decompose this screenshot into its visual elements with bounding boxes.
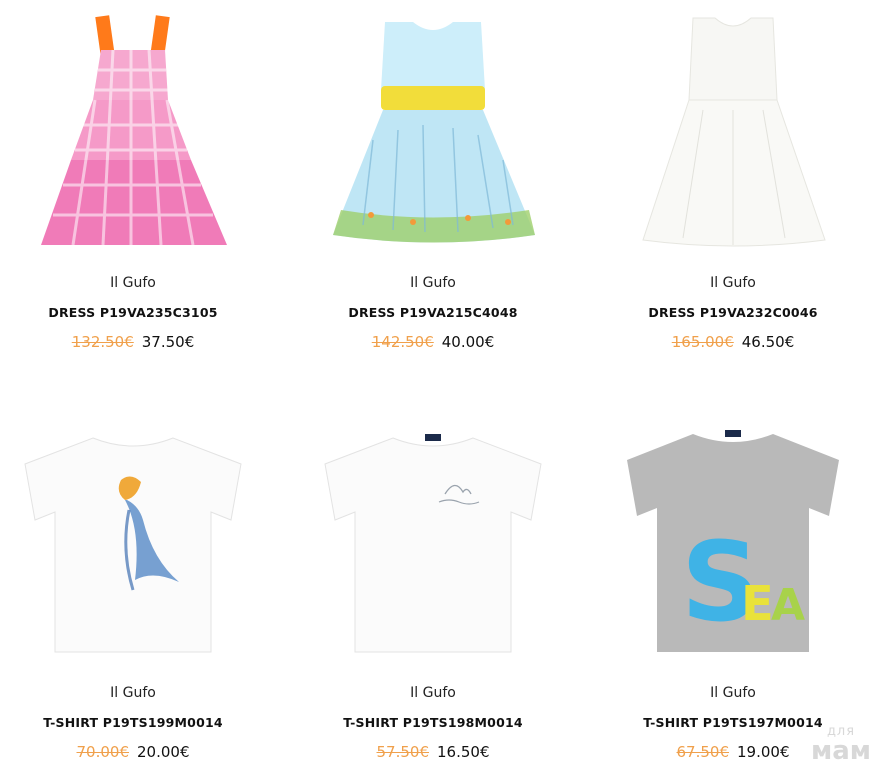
product-card[interactable]: Il Gufo DRESS P19VA215C4048 142.50€ 40.00… — [303, 10, 563, 360]
product-brand[interactable]: Il Gufo — [303, 275, 563, 291]
product-price: 165.00€ 46.50€ — [603, 333, 863, 351]
sale-price: 46.50€ — [741, 333, 795, 351]
sale-price: 20.00€ — [137, 743, 190, 761]
product-image[interactable]: S E A — [603, 420, 863, 675]
svg-text:E: E — [741, 576, 774, 632]
watermark-logo: для мам — [809, 725, 873, 771]
product-image[interactable] — [3, 10, 263, 265]
product-image[interactable] — [303, 10, 563, 265]
product-brand[interactable]: Il Gufo — [3, 275, 263, 291]
product-title[interactable]: DRESS P19VA235C3105 — [3, 305, 263, 320]
product-title[interactable]: T-SHIRT P19TS198M0014 — [303, 715, 563, 730]
product-card[interactable]: Il Gufo T-SHIRT P19TS198M0014 57.50€ 16.5… — [303, 420, 563, 770]
old-price: 70.00€ — [76, 743, 130, 761]
product-brand[interactable]: Il Gufo — [3, 685, 263, 701]
product-image[interactable] — [603, 10, 863, 265]
product-price: 70.00€ 20.00€ — [3, 743, 263, 761]
sale-price: 19.00€ — [737, 743, 790, 761]
product-brand[interactable]: Il Gufo — [303, 685, 563, 701]
product-price: 142.50€ 40.00€ — [303, 333, 563, 351]
watermark-line2: мам — [810, 736, 872, 766]
product-brand[interactable]: Il Gufo — [603, 275, 863, 291]
product-title[interactable]: DRESS P19VA215C4048 — [303, 305, 563, 320]
sale-price: 37.50€ — [141, 333, 195, 351]
product-grid: Il Gufo DRESS P19VA235C3105 132.50€ 37.50… — [0, 0, 887, 777]
product-card[interactable]: Il Gufo DRESS P19VA235C3105 132.50€ 37.50… — [3, 10, 263, 360]
old-price: 132.50€ — [71, 333, 134, 351]
product-card[interactable]: Il Gufo DRESS P19VA232C0046 165.00€ 46.50… — [603, 10, 863, 360]
old-price: 67.50€ — [676, 743, 730, 761]
product-image[interactable] — [303, 420, 563, 675]
old-price: 142.50€ — [371, 333, 434, 351]
product-price: 57.50€ 16.50€ — [303, 743, 563, 761]
product-card[interactable]: S E A Il Gufo T-SHIRT P19TS197M0014 67.5… — [603, 420, 863, 770]
product-title[interactable]: T-SHIRT P19TS199M0014 — [3, 715, 263, 730]
sale-price: 16.50€ — [437, 743, 490, 761]
product-price: 132.50€ 37.50€ — [3, 333, 263, 351]
old-price: 57.50€ — [376, 743, 430, 761]
sale-price: 40.00€ — [441, 333, 495, 351]
product-card[interactable]: Il Gufo T-SHIRT P19TS199M0014 70.00€ 20.0… — [3, 420, 263, 770]
product-image[interactable] — [3, 420, 263, 675]
old-price: 165.00€ — [671, 333, 734, 351]
svg-text:A: A — [771, 580, 805, 631]
product-brand[interactable]: Il Gufo — [603, 685, 863, 701]
product-title[interactable]: DRESS P19VA232C0046 — [603, 305, 863, 320]
